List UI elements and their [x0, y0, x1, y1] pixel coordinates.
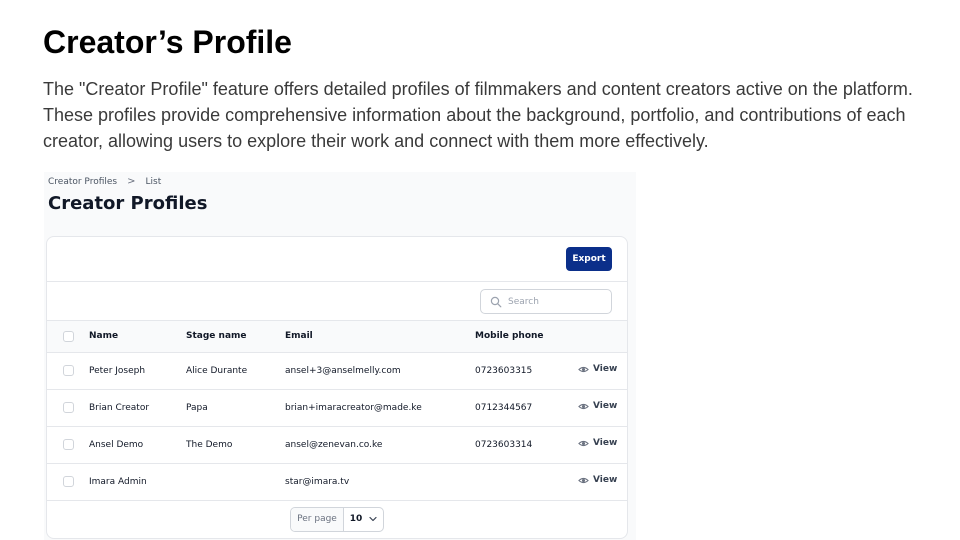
view-label: View — [593, 364, 618, 374]
column-header-mobile-phone[interactable]: Mobile phone — [475, 321, 575, 352]
cell-email: star@imara.tv — [285, 476, 350, 487]
table-toolbar: Export — [47, 237, 627, 282]
table-row: Brian Creator Papa brian+imaracreator@ma… — [47, 389, 627, 426]
eye-icon — [578, 403, 589, 409]
cell-actions: View — [575, 426, 627, 463]
select-all-cell — [47, 321, 89, 352]
per-page-label: Per page — [291, 507, 344, 531]
column-header-email[interactable]: Email — [285, 321, 475, 352]
cell-actions: View — [575, 463, 627, 500]
row-checkbox[interactable] — [63, 439, 74, 450]
table-header-row: Name Stage name Email Mobile phone — [47, 321, 627, 352]
row-select-cell — [47, 463, 89, 500]
cell-stage-name: Alice Durante — [186, 365, 248, 376]
export-button[interactable]: Export — [566, 247, 612, 271]
cell-name: Brian Creator — [89, 402, 150, 413]
creator-profiles-table: Name Stage name Email Mobile phone Peter… — [47, 321, 627, 501]
row-select-cell — [47, 352, 89, 389]
cell-name: Peter Joseph — [89, 365, 146, 376]
creator-profiles-table-card: Export Name Stage name Email — [46, 236, 628, 539]
view-label: View — [593, 475, 618, 485]
cell-stage-name: Papa — [186, 402, 208, 413]
cell-name: Ansel Demo — [89, 439, 144, 450]
cell-mobile-phone: 0723603314 — [475, 439, 533, 450]
search-row — [47, 282, 627, 321]
view-button[interactable]: View — [578, 475, 617, 486]
view-button[interactable]: View — [578, 438, 617, 449]
cell-email: brian+imaracreator@made.ke — [285, 402, 422, 413]
column-header-actions — [575, 321, 627, 352]
search-icon — [490, 296, 502, 307]
search-box[interactable] — [480, 289, 612, 314]
eye-icon — [578, 477, 589, 483]
cell-email: ansel+3@anselmelly.com — [285, 365, 401, 376]
cell-actions: View — [575, 352, 627, 389]
row-checkbox[interactable] — [63, 365, 74, 376]
pagination: Per page 10 — [47, 501, 627, 539]
slide-title: Creator’s Profile — [43, 24, 292, 60]
search-input[interactable] — [508, 296, 608, 307]
cell-mobile-phone — [475, 463, 575, 500]
page-title: Creator Profiles — [48, 193, 208, 214]
cell-actions: View — [575, 389, 627, 426]
per-page-select[interactable]: 10 — [344, 508, 383, 531]
cell-email: ansel@zenevan.co.ke — [285, 439, 383, 450]
cell-stage-name — [186, 463, 285, 500]
breadcrumb-item-creator-profiles[interactable]: Creator Profiles — [48, 177, 117, 187]
eye-icon — [578, 366, 589, 372]
row-checkbox[interactable] — [63, 402, 74, 413]
cell-mobile-phone: 0712344567 — [475, 402, 533, 413]
cell-stage-name: The Demo — [186, 439, 233, 450]
column-header-stage-name[interactable]: Stage name — [186, 321, 285, 352]
view-label: View — [593, 401, 618, 411]
slide-description: The "Creator Profile" feature offers det… — [43, 79, 913, 151]
row-checkbox[interactable] — [63, 476, 74, 487]
row-select-cell — [47, 426, 89, 463]
view-button[interactable]: View — [578, 364, 617, 375]
table-row: Imara Admin star@imara.tv View — [47, 463, 627, 500]
table-row: Peter Joseph Alice Durante ansel+3@ansel… — [47, 352, 627, 389]
chevron-down-icon — [369, 516, 377, 522]
chevron-right-icon: > — [127, 176, 136, 187]
view-button[interactable]: View — [578, 401, 617, 412]
column-header-name[interactable]: Name — [89, 321, 186, 352]
row-select-cell — [47, 389, 89, 426]
select-all-checkbox[interactable] — [63, 330, 74, 342]
cell-name: Imara Admin — [89, 476, 147, 487]
view-label: View — [593, 438, 618, 448]
per-page-value: 10 — [349, 514, 363, 524]
breadcrumb-item-list: List — [145, 176, 162, 187]
breadcrumb: Creator Profiles > List — [48, 176, 161, 187]
per-page-control: Per page 10 — [290, 506, 384, 532]
eye-icon — [578, 440, 589, 446]
app-screenshot: Creator Profiles > List Creator Profiles… — [44, 172, 636, 540]
cell-mobile-phone: 0723603315 — [475, 365, 533, 376]
table-row: Ansel Demo The Demo ansel@zenevan.co.ke … — [47, 426, 627, 463]
